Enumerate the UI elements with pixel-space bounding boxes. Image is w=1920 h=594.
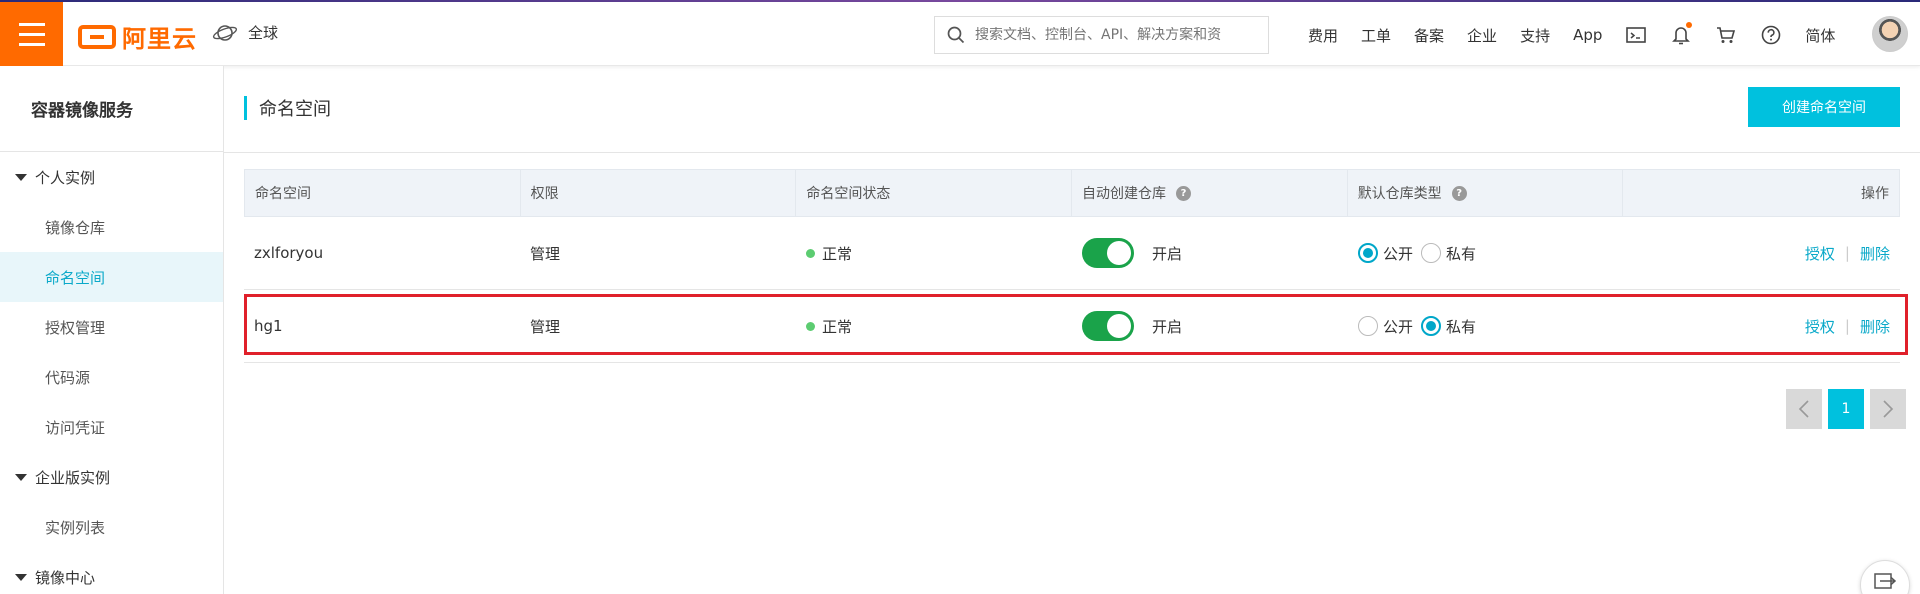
user-avatar[interactable] [1872, 16, 1908, 52]
caret-down-icon [15, 573, 27, 581]
col-default-type: 默认仓库类型? [1348, 170, 1624, 216]
action-separator: | [1844, 244, 1850, 262]
col-auto-create: 自动创建仓库? [1072, 170, 1348, 216]
terminal-icon[interactable] [1625, 24, 1647, 46]
col-default-type-label: 默认仓库类型 [1357, 186, 1442, 202]
top-nav-links: 费用 工单 备案 企业 支持 App 简体 [1308, 22, 1858, 46]
aliyun-logo-mark [78, 24, 116, 49]
row-highlight-box [244, 294, 1908, 355]
nav-fees[interactable]: 费用 [1308, 25, 1338, 46]
sidebar-item-namespaces[interactable]: 命名空间 [0, 252, 223, 302]
page-title: 命名空间 [244, 96, 331, 120]
globe-icon [212, 24, 238, 41]
nav-ticket[interactable]: 工单 [1361, 25, 1391, 46]
search-input[interactable] [975, 27, 1260, 43]
sidebar-group-personal[interactable]: 个人实例 [0, 152, 223, 202]
sidebar-title: 容器镜像服务 [0, 66, 223, 152]
exit-panel-icon [1874, 573, 1896, 589]
sidebar: 容器镜像服务 个人实例 镜像仓库 命名空间 授权管理 代码源 访问凭证 企业版实… [0, 66, 224, 594]
permission: 管理 [530, 244, 561, 263]
brand-name: 阿里云 [122, 25, 197, 53]
sidebar-item-instance-list[interactable]: 实例列表 [0, 502, 223, 552]
cart-icon[interactable] [1715, 24, 1737, 46]
nav-support[interactable]: 支持 [1520, 25, 1550, 46]
help-icon[interactable] [1760, 24, 1782, 46]
global-search[interactable] [934, 16, 1269, 54]
authorize-link[interactable]: 授权 [1805, 243, 1835, 264]
status-text: 正常 [822, 244, 853, 263]
sidebar-group-label: 个人实例 [35, 168, 96, 187]
language-switch[interactable]: 简体 [1805, 25, 1835, 46]
col-namespace: 命名空间 [245, 170, 521, 216]
help-icon[interactable]: ? [1176, 185, 1192, 201]
page-button-current[interactable]: 1 [1828, 389, 1864, 429]
radio-public[interactable] [1358, 243, 1378, 263]
bell-icon[interactable] [1670, 22, 1693, 46]
status-dot-icon [806, 248, 815, 258]
sidebar-group-label: 镜像中心 [35, 568, 96, 587]
col-auto-create-label: 自动创建仓库 [1082, 186, 1167, 202]
chevron-right-icon [1883, 400, 1894, 418]
sidebar-group-enterprise[interactable]: 企业版实例 [0, 452, 223, 502]
sidebar-item-credentials[interactable]: 访问凭证 [0, 402, 223, 452]
table-header: 命名空间 权限 命名空间状态 自动创建仓库? 默认仓库类型? 操作 [244, 169, 1900, 217]
create-namespace-button[interactable]: 创建命名空间 [1748, 87, 1900, 127]
nav-enterprise[interactable]: 企业 [1467, 25, 1497, 46]
hamburger-menu-button[interactable] [0, 2, 63, 66]
help-icon[interactable]: ? [1451, 185, 1467, 201]
pagination: 1 [1786, 389, 1906, 429]
nav-app[interactable]: App [1573, 26, 1602, 44]
nav-filing[interactable]: 备案 [1414, 25, 1444, 46]
actions-cell: 授权 | 删除 [1624, 217, 1900, 289]
sidebar-item-code-source[interactable]: 代码源 [0, 352, 223, 402]
region-label: 全球 [248, 24, 279, 42]
caret-down-icon [15, 173, 27, 181]
search-icon [947, 26, 965, 44]
status-cell: 正常 [796, 217, 1072, 289]
prev-page-button[interactable] [1786, 389, 1822, 429]
delete-link[interactable]: 删除 [1860, 243, 1890, 264]
sidebar-item-authorization[interactable]: 授权管理 [0, 302, 223, 352]
repo-type-cell: 公开 私有 [1348, 217, 1624, 289]
region-selector[interactable]: 全球 [212, 22, 278, 43]
sidebar-item-repositories[interactable]: 镜像仓库 [0, 202, 223, 252]
header-divider [224, 152, 1920, 153]
auto-create-toggle[interactable] [1082, 238, 1134, 268]
auto-create-cell: 开启 [1072, 217, 1348, 289]
radio-private[interactable] [1421, 243, 1442, 263]
aliyun-logo[interactable]: 阿里云 [78, 19, 197, 54]
namespace-name: zxlforyou [254, 244, 324, 262]
sidebar-group-label: 企业版实例 [35, 468, 111, 487]
radio-public-label: 公开 [1383, 244, 1414, 263]
sidebar-group-image-center[interactable]: 镜像中心 [0, 552, 223, 594]
radio-private-label: 私有 [1446, 244, 1477, 263]
col-status: 命名空间状态 [796, 170, 1073, 216]
col-actions: 操作 [1861, 186, 1890, 202]
caret-down-icon [15, 473, 27, 481]
col-permission: 权限 [521, 170, 797, 216]
notification-dot [1686, 22, 1693, 28]
next-page-button[interactable] [1870, 389, 1906, 429]
top-navbar: 阿里云 全球 费用 工单 备案 企业 支持 App 简体 [0, 2, 1920, 66]
table-row: zxlforyou 管理 正常 开启 公开 私有 授权 | 删除 [244, 217, 1900, 290]
toggle-label: 开启 [1152, 244, 1183, 263]
chevron-left-icon [1798, 400, 1809, 418]
